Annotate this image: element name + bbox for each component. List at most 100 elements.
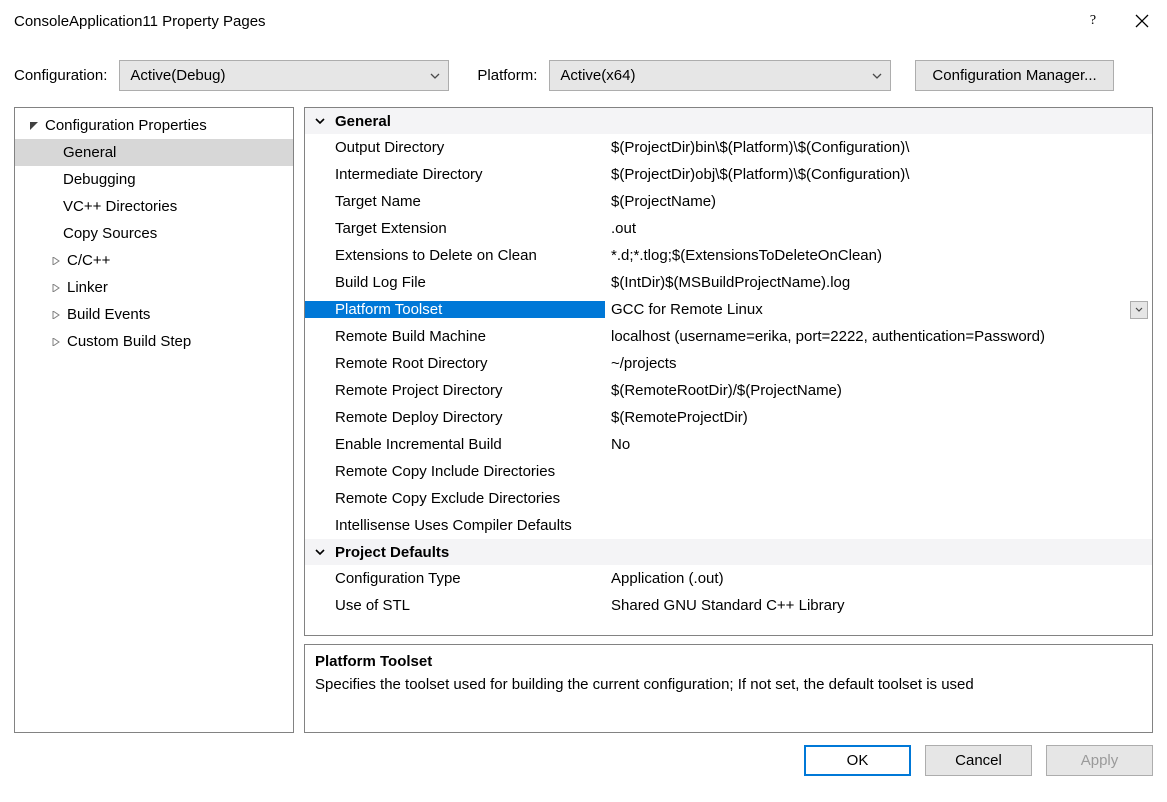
configuration-label: Configuration: — [14, 67, 111, 84]
property-value[interactable]: $(ProjectName) — [605, 193, 1152, 210]
tree-item-label: Build Events — [67, 306, 150, 323]
configuration-value: Active(Debug) — [130, 67, 225, 84]
chevron-down-icon — [872, 73, 882, 79]
property-row[interactable]: Use of STLShared GNU Standard C++ Librar… — [305, 592, 1152, 619]
chevron-down-icon — [313, 116, 327, 126]
property-row[interactable]: Enable Incremental BuildNo — [305, 431, 1152, 458]
property-value[interactable]: $(RemoteRootDir)/$(ProjectName) — [605, 382, 1152, 399]
property-key: Intellisense Uses Compiler Defaults — [305, 517, 605, 534]
description-pane: Platform Toolset Specifies the toolset u… — [304, 644, 1153, 733]
property-value[interactable]: localhost (username=erika, port=2222, au… — [605, 328, 1152, 345]
close-button[interactable] — [1133, 12, 1151, 30]
chevron-down-icon — [313, 547, 327, 557]
dropdown-button[interactable] — [1130, 301, 1148, 319]
property-key: Build Log File — [305, 274, 605, 291]
tree-item-label: General — [63, 144, 116, 161]
property-value[interactable]: ~/projects — [605, 355, 1152, 372]
tree-item-label: Copy Sources — [63, 225, 157, 242]
configuration-combo[interactable]: Active(Debug) — [119, 60, 449, 91]
property-value[interactable]: Shared GNU Standard C++ Library — [605, 597, 1152, 614]
right-pane: General Output Directory$(ProjectDir)bin… — [304, 107, 1153, 733]
property-key: Remote Copy Include Directories — [305, 463, 605, 480]
property-key: Remote Root Directory — [305, 355, 605, 372]
category-header-general[interactable]: General — [305, 108, 1152, 134]
property-key: Platform Toolset — [305, 301, 605, 318]
property-key: Remote Deploy Directory — [305, 409, 605, 426]
tree-item-label: Custom Build Step — [67, 333, 191, 350]
property-row[interactable]: Extensions to Delete on Clean*.d;*.tlog;… — [305, 242, 1152, 269]
ok-button[interactable]: OK — [804, 745, 911, 776]
property-row[interactable]: Intermediate Directory$(ProjectDir)obj\$… — [305, 161, 1152, 188]
tree-item-label: C/C++ — [67, 252, 110, 269]
property-row[interactable]: Build Log File$(IntDir)$(MSBuildProjectN… — [305, 269, 1152, 296]
property-row[interactable]: Remote Build Machinelocalhost (username=… — [305, 323, 1152, 350]
help-button[interactable]: ? — [1073, 7, 1113, 35]
platform-combo[interactable]: Active(x64) — [549, 60, 891, 91]
property-value[interactable]: No — [605, 436, 1152, 453]
configuration-manager-button[interactable]: Configuration Manager... — [915, 60, 1113, 91]
property-key: Remote Copy Exclude Directories — [305, 490, 605, 507]
property-row[interactable]: Remote Deploy Directory$(RemoteProjectDi… — [305, 404, 1152, 431]
tree-item[interactable]: Build Events — [15, 301, 293, 328]
tree-item[interactable]: Custom Build Step — [15, 328, 293, 355]
property-key: Remote Project Directory — [305, 382, 605, 399]
property-grid[interactable]: General Output Directory$(ProjectDir)bin… — [304, 107, 1153, 636]
property-key: Target Name — [305, 193, 605, 210]
tree-item[interactable]: Linker — [15, 274, 293, 301]
property-value[interactable]: $(RemoteProjectDir) — [605, 409, 1152, 426]
tree-item[interactable]: Copy Sources — [15, 220, 293, 247]
property-value[interactable]: $(ProjectDir)bin\$(Platform)\$(Configura… — [605, 139, 1152, 156]
expand-icon — [49, 257, 63, 265]
property-value[interactable]: .out — [605, 220, 1152, 237]
property-row[interactable]: Remote Project Directory$(RemoteRootDir)… — [305, 377, 1152, 404]
tree-item-label: VC++ Directories — [63, 198, 177, 215]
config-row: Configuration: Active(Debug) Platform: A… — [0, 42, 1167, 101]
property-value[interactable]: $(ProjectDir)obj\$(Platform)\$(Configura… — [605, 166, 1152, 183]
property-row[interactable]: Output Directory$(ProjectDir)bin\$(Platf… — [305, 134, 1152, 161]
collapse-icon — [27, 122, 41, 130]
property-key: Configuration Type — [305, 570, 605, 587]
tree-item[interactable]: C/C++ — [15, 247, 293, 274]
property-row[interactable]: Remote Copy Exclude Directories — [305, 485, 1152, 512]
property-key: Output Directory — [305, 139, 605, 156]
description-body: Specifies the toolset used for building … — [315, 676, 1142, 693]
tree-root[interactable]: Configuration Properties — [15, 112, 293, 139]
tree-item-label: Linker — [67, 279, 108, 296]
close-icon — [1135, 14, 1149, 28]
expand-icon — [49, 284, 63, 292]
property-row[interactable]: Configuration TypeApplication (.out) — [305, 565, 1152, 592]
property-value[interactable]: *.d;*.tlog;$(ExtensionsToDeleteOnClean) — [605, 247, 1152, 264]
cancel-button[interactable]: Cancel — [925, 745, 1032, 776]
window-title: ConsoleApplication11 Property Pages — [12, 13, 266, 30]
property-row[interactable]: Remote Root Directory~/projects — [305, 350, 1152, 377]
tree-item-label: Debugging — [63, 171, 136, 188]
property-key: Extensions to Delete on Clean — [305, 247, 605, 264]
platform-label: Platform: — [477, 67, 541, 84]
property-row[interactable]: Target Extension.out — [305, 215, 1152, 242]
property-row[interactable]: Intellisense Uses Compiler Defaults — [305, 512, 1152, 539]
property-key: Use of STL — [305, 597, 605, 614]
main-area: Configuration Properties General Debuggin… — [0, 101, 1167, 739]
expand-icon — [49, 311, 63, 319]
property-key: Enable Incremental Build — [305, 436, 605, 453]
category-header-project-defaults[interactable]: Project Defaults — [305, 539, 1152, 565]
tree-item[interactable]: VC++ Directories — [15, 193, 293, 220]
platform-value: Active(x64) — [560, 67, 635, 84]
property-row[interactable]: Platform ToolsetGCC for Remote Linux — [305, 296, 1152, 323]
property-row[interactable]: Remote Copy Include Directories — [305, 458, 1152, 485]
property-key: Target Extension — [305, 220, 605, 237]
property-key: Remote Build Machine — [305, 328, 605, 345]
tree-pane[interactable]: Configuration Properties General Debuggin… — [14, 107, 294, 733]
description-title: Platform Toolset — [315, 653, 1142, 670]
property-key: Intermediate Directory — [305, 166, 605, 183]
tree-item[interactable]: General — [15, 139, 293, 166]
tree-item[interactable]: Debugging — [15, 166, 293, 193]
apply-button[interactable]: Apply — [1046, 745, 1153, 776]
property-row[interactable]: Target Name$(ProjectName) — [305, 188, 1152, 215]
property-value[interactable]: Application (.out) — [605, 570, 1152, 587]
property-value[interactable]: GCC for Remote Linux — [605, 301, 1152, 319]
chevron-down-icon — [430, 73, 440, 79]
expand-icon — [49, 338, 63, 346]
dialog-buttons: OK Cancel Apply — [0, 739, 1167, 776]
property-value[interactable]: $(IntDir)$(MSBuildProjectName).log — [605, 274, 1152, 291]
